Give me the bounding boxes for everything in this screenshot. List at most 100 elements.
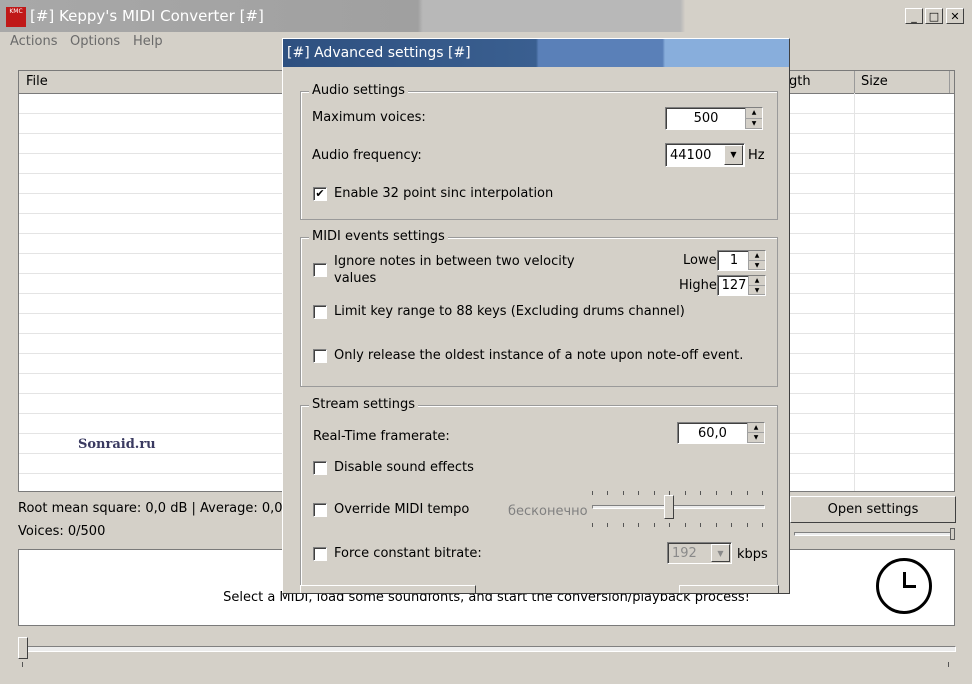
slider-tick	[654, 523, 655, 527]
tempo-slider-thumb[interactable]	[664, 495, 674, 519]
volume-slider-thumb[interactable]	[950, 528, 955, 540]
lower-velocity-spinner[interactable]: ▲ ▼	[748, 251, 765, 270]
spin-up-icon[interactable]: ▲	[748, 423, 764, 433]
lower-velocity-spinbox[interactable]: 1 ▲ ▼	[717, 250, 766, 271]
bitrate-select[interactable]: 192 ▼	[667, 542, 732, 564]
slider-tick	[716, 523, 717, 527]
slider-tick	[716, 491, 717, 495]
tempo-value-text: бесконечно	[508, 504, 588, 519]
framerate-label: Real-Time framerate:	[313, 429, 450, 444]
slider-tick	[700, 491, 701, 495]
override-tempo-checkbox[interactable]	[313, 503, 327, 517]
seek-slider-thumb[interactable]	[18, 637, 28, 659]
volume-slider-track[interactable]	[794, 532, 954, 536]
spin-down-icon[interactable]: ▼	[746, 119, 762, 129]
chevron-down-icon[interactable]: ▼	[724, 145, 743, 165]
audio-frequency-label: Audio frequency:	[312, 148, 422, 163]
spin-down-icon[interactable]: ▼	[749, 286, 765, 295]
dialog-left-button[interactable]	[300, 585, 476, 593]
audio-settings-legend: Audio settings	[309, 83, 408, 98]
midi-events-legend: MIDI events settings	[309, 229, 448, 244]
slider-tick	[592, 523, 593, 527]
slider-tick	[669, 523, 670, 527]
ignore-notes-label-line2: values	[334, 271, 377, 286]
seek-slider-track[interactable]	[22, 646, 956, 652]
limit-keys-checkbox[interactable]	[313, 305, 327, 319]
main-window-title: [#] Keppy's MIDI Converter [#]	[30, 7, 264, 25]
menu-actions[interactable]: Actions	[10, 34, 58, 49]
spin-up-icon[interactable]: ▲	[746, 108, 762, 119]
app-icon: KMC	[6, 7, 26, 27]
column-header-file[interactable]: File	[26, 74, 48, 89]
tempo-ticks-top	[592, 491, 763, 495]
spin-up-icon[interactable]: ▲	[749, 251, 765, 261]
audio-frequency-select[interactable]: 44100 ▼	[665, 143, 745, 167]
bitrate-unit: kbps	[737, 547, 768, 562]
higher-velocity-label: Highe	[679, 278, 717, 293]
slider-tick	[731, 491, 732, 495]
limit-keys-label: Limit key range to 88 keys (Excluding dr…	[334, 304, 685, 319]
sinc-interpolation-checkbox[interactable]: ✔	[313, 187, 327, 201]
tempo-ticks-bottom	[592, 523, 763, 527]
audio-frequency-value: 44100	[670, 148, 712, 163]
bitrate-value: 192	[672, 546, 697, 561]
spin-down-icon[interactable]: ▼	[748, 433, 764, 443]
ignore-notes-label-line1: Ignore notes in between two velocity	[334, 254, 575, 269]
seek-tick	[22, 662, 23, 667]
release-oldest-checkbox[interactable]	[313, 349, 327, 363]
slider-tick	[623, 523, 624, 527]
slider-tick	[592, 491, 593, 495]
column-header-length[interactable]: gth	[789, 74, 811, 89]
dialog-title: [#] Advanced settings [#]	[287, 45, 471, 61]
max-voices-spinner[interactable]: ▲ ▼	[745, 108, 762, 129]
menu-help[interactable]: Help	[133, 34, 163, 49]
slider-tick	[747, 523, 748, 527]
stream-settings-legend: Stream settings	[309, 397, 419, 412]
dialog-title-bar[interactable]: [#] Advanced settings [#]	[283, 39, 789, 67]
slider-tick	[638, 523, 639, 527]
rms-status: Root mean square: 0,0 dB | Average: 0,0 …	[18, 501, 295, 516]
column-gridline	[854, 93, 855, 491]
open-settings-button[interactable]: Open settings	[790, 496, 956, 523]
framerate-spinner[interactable]: ▲ ▼	[747, 423, 764, 443]
higher-velocity-spinner[interactable]: ▲ ▼	[748, 276, 765, 295]
clock-icon	[876, 558, 932, 614]
ignore-notes-checkbox[interactable]	[313, 263, 327, 277]
spin-up-icon[interactable]: ▲	[749, 276, 765, 286]
override-tempo-label: Override MIDI tempo	[334, 502, 470, 517]
disable-sfx-checkbox[interactable]	[313, 461, 327, 475]
slider-tick	[638, 491, 639, 495]
column-header-size[interactable]: Size	[861, 74, 888, 89]
disable-sfx-label: Disable sound effects	[334, 460, 474, 475]
minimize-button[interactable]: _	[905, 8, 923, 24]
main-title-bar: KMC [#] Keppy's MIDI Converter [#] _ □ ✕	[0, 0, 972, 32]
slider-tick	[700, 523, 701, 527]
slider-tick	[607, 523, 608, 527]
slider-tick	[607, 491, 608, 495]
slider-tick	[731, 523, 732, 527]
max-voices-value: 500	[693, 111, 719, 126]
framerate-spinbox[interactable]: 60,0 ▲ ▼	[677, 422, 765, 444]
column-separator[interactable]	[854, 71, 855, 93]
frequency-unit: Hz	[748, 148, 765, 163]
chevron-down-icon[interactable]: ▼	[711, 544, 730, 562]
column-separator[interactable]	[949, 71, 950, 93]
higher-velocity-spinbox[interactable]: 127 ▲ ▼	[717, 275, 766, 296]
close-button[interactable]: ✕	[946, 8, 964, 24]
menu-options[interactable]: Options	[70, 34, 120, 49]
slider-tick	[762, 491, 763, 495]
maximize-button[interactable]: □	[925, 8, 943, 24]
slider-tick	[747, 491, 748, 495]
voices-status: Voices: 0/500	[18, 524, 106, 539]
seek-tick	[948, 662, 949, 667]
slider-tick	[623, 491, 624, 495]
spin-down-icon[interactable]: ▼	[749, 261, 765, 270]
tempo-slider-track[interactable]	[592, 505, 765, 509]
constant-bitrate-checkbox[interactable]	[313, 547, 327, 561]
slider-tick	[685, 523, 686, 527]
sinc-interpolation-label: Enable 32 point sinc interpolation	[334, 186, 554, 201]
release-oldest-label: Only release the oldest instance of a no…	[334, 348, 744, 363]
audio-settings-group: Audio settings Maximum voices: 500 ▲ ▼ Au…	[300, 83, 778, 220]
max-voices-spinbox[interactable]: 500 ▲ ▼	[665, 107, 763, 130]
dialog-right-button[interactable]	[679, 585, 779, 593]
